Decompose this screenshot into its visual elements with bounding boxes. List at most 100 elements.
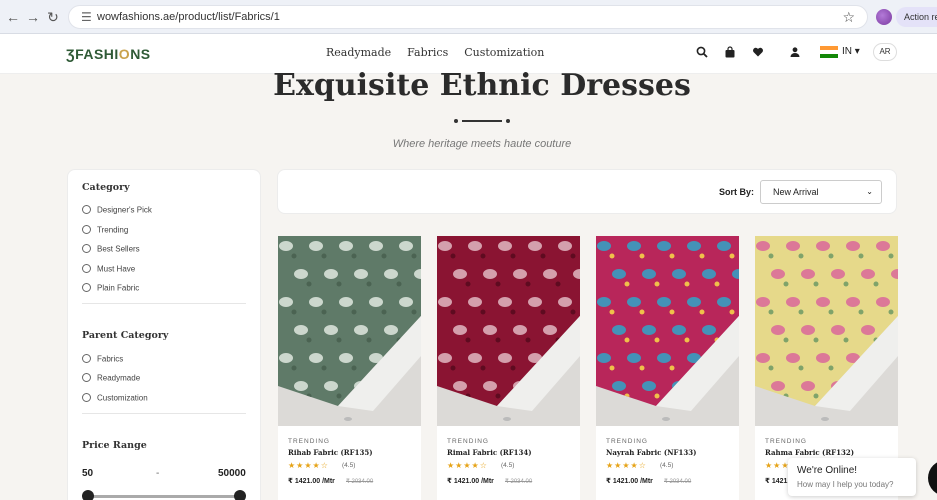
- profile-avatar[interactable]: [876, 9, 892, 25]
- main-nav: Readymade Fabrics Customization: [326, 46, 544, 59]
- divider-dot-right: [506, 119, 510, 123]
- product-image[interactable]: [755, 236, 898, 426]
- filter-customization[interactable]: Customization: [82, 393, 148, 403]
- radio-icon[interactable]: [82, 264, 91, 274]
- back-icon[interactable]: ←: [4, 8, 22, 26]
- filter-designers-pick[interactable]: Designer's Pick: [82, 205, 152, 215]
- product-badge: TRENDING: [288, 438, 330, 445]
- url-text[interactable]: wowfashions.ae/product/list/Fabrics/1: [97, 11, 280, 23]
- product-name[interactable]: Rimal Fabric (RF134): [447, 448, 532, 457]
- chat-bubble-icon[interactable]: [928, 460, 937, 496]
- radio-icon[interactable]: [82, 283, 91, 293]
- chat-subtitle: How may I help you today?: [797, 480, 894, 489]
- product-image[interactable]: [437, 236, 580, 426]
- product-old-price: ₹ 2034.00: [664, 479, 692, 485]
- separator: [82, 303, 246, 304]
- product-badge: TRENDING: [447, 438, 489, 445]
- address-bar[interactable]: ☰ wowfashions.ae/product/list/Fabrics/1 …: [68, 5, 868, 29]
- caret-down-icon: ▾: [854, 46, 860, 57]
- radio-icon[interactable]: [82, 225, 91, 235]
- language-selector[interactable]: IN ▾: [842, 46, 860, 57]
- filter-fabrics[interactable]: Fabrics: [82, 354, 124, 364]
- search-icon[interactable]: [695, 46, 709, 61]
- chat-widget[interactable]: We're Online! How may I help you today?: [788, 458, 916, 496]
- logo-prefix: Ʒ: [66, 46, 76, 62]
- product-badge: TRENDING: [606, 438, 648, 445]
- nav-fabrics[interactable]: Fabrics: [407, 46, 448, 59]
- site-info-icon[interactable]: ☰: [81, 10, 92, 24]
- parent-category-title: Parent Category: [82, 330, 169, 341]
- product-rating: (4.5): [342, 462, 356, 469]
- user-icon[interactable]: [788, 46, 802, 61]
- sort-value: New Arrival: [773, 187, 819, 197]
- product-name[interactable]: Rahma Fabric (RF132): [765, 448, 854, 457]
- filter-must-have[interactable]: Must Have: [82, 264, 136, 274]
- arabic-language-button[interactable]: AR: [873, 43, 897, 61]
- action-button[interactable]: Action re: [896, 7, 937, 27]
- product-image[interactable]: [278, 236, 421, 426]
- price-slider-max-handle[interactable]: [234, 490, 246, 500]
- product-price: ₹ 1421.00 /Mtr: [288, 478, 335, 485]
- price-slider-track[interactable]: [88, 495, 240, 498]
- product-rating: (4.5): [501, 462, 515, 469]
- filter-label: Readymade: [97, 373, 141, 383]
- product-price: ₹ 1421.00 /Mtr: [447, 478, 494, 485]
- heart-icon[interactable]: [751, 46, 765, 61]
- category-title: Category: [82, 182, 130, 193]
- radio-icon[interactable]: [82, 205, 91, 215]
- product-old-price: ₹ 2034.00: [505, 479, 533, 485]
- sort-label: Sort By:: [719, 187, 755, 197]
- product-card[interactable]: TRENDING Rihab Fabric (RF135) ★★★★☆ (4.5) ₹ …: [278, 236, 421, 500]
- price-range-title: Price Range: [82, 440, 147, 451]
- product-badge: TRENDING: [765, 438, 807, 445]
- product-image[interactable]: [596, 236, 739, 426]
- filter-label: Must Have: [97, 264, 136, 274]
- radio-icon[interactable]: [82, 393, 91, 403]
- radio-icon[interactable]: [82, 244, 91, 254]
- product-name[interactable]: Rihab Fabric (RF135): [288, 448, 373, 457]
- price-separator: -: [156, 468, 160, 479]
- price-slider-min-handle[interactable]: [82, 490, 94, 500]
- radio-icon[interactable]: [82, 373, 91, 383]
- india-flag-icon[interactable]: [820, 46, 838, 58]
- action-label: Action re: [904, 12, 937, 22]
- filter-plain-fabric[interactable]: Plain Fabric: [82, 283, 140, 293]
- divider-dot-left: [454, 119, 458, 123]
- product-rating: (4.5): [660, 462, 674, 469]
- divider-line: [462, 120, 502, 122]
- logo-text-a: FASHI: [75, 46, 119, 62]
- product-name[interactable]: Nayrah Fabric (NF133): [606, 448, 696, 457]
- filter-trending[interactable]: Trending: [82, 225, 129, 235]
- forward-icon[interactable]: →: [24, 8, 42, 26]
- filter-label: Fabrics: [97, 354, 124, 364]
- filter-label: Customization: [97, 393, 148, 403]
- ornament-divider: [454, 118, 510, 124]
- logo-o: O: [118, 46, 131, 62]
- page-title: Exquisite Ethnic Dresses: [273, 68, 691, 103]
- filter-label: Plain Fabric: [97, 283, 140, 293]
- filter-readymade[interactable]: Readymade: [82, 373, 141, 383]
- shopping-bag-icon[interactable]: [723, 46, 737, 61]
- sort-bar: Sort By: New Arrival ⌄: [277, 169, 897, 214]
- bookmark-star-icon[interactable]: ☆: [842, 9, 855, 26]
- page-subtitle: Where heritage meets haute couture: [392, 138, 572, 150]
- product-old-price: ₹ 2034.00: [346, 479, 374, 485]
- star-rating-icon: ★★★★☆: [288, 461, 329, 470]
- sort-select[interactable]: New Arrival ⌄: [760, 180, 882, 204]
- price-max-value: 50000: [218, 468, 246, 479]
- chat-title: We're Online!: [797, 465, 858, 476]
- language-label: IN: [842, 46, 852, 57]
- filter-label: Designer's Pick: [97, 205, 152, 215]
- reload-icon[interactable]: ↻: [44, 8, 62, 26]
- site-logo[interactable]: ƷFASHIONS: [66, 46, 151, 62]
- product-card[interactable]: TRENDING Rimal Fabric (RF134) ★★★★☆ (4.5) ₹ …: [437, 236, 580, 500]
- nav-customization[interactable]: Customization: [464, 46, 544, 59]
- star-rating-icon: ★★★★☆: [447, 461, 488, 470]
- product-card[interactable]: TRENDING Nayrah Fabric (NF133) ★★★★☆ (4.5) ₹…: [596, 236, 739, 500]
- nav-readymade[interactable]: Readymade: [326, 46, 391, 59]
- filter-best-sellers[interactable]: Best Sellers: [82, 244, 140, 254]
- logo-text-b: NS: [130, 46, 151, 62]
- filter-label: Trending: [97, 225, 129, 235]
- radio-icon[interactable]: [82, 354, 91, 364]
- product-price: ₹ 1421: [765, 478, 788, 485]
